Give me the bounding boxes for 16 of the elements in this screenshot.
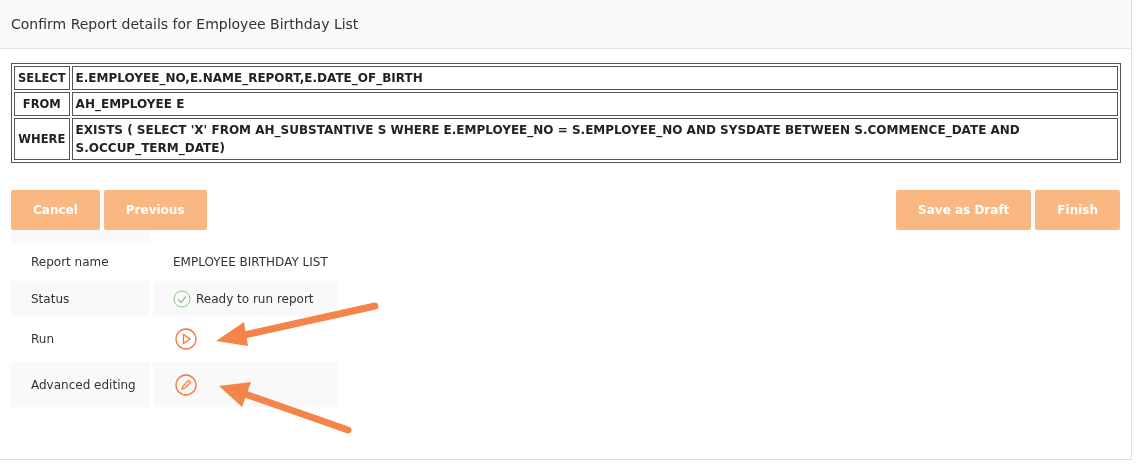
table-cell: E.EMPLOYEE_NO,E.NAME_REPORT,E.DATE_OF_BIRTH [71, 66, 1118, 90]
panel-title: Confirm Report details for Employee Birthday List [11, 16, 359, 32]
pencil-icon[interactable] [175, 373, 197, 396]
check-circle-icon [173, 289, 191, 308]
play-button-icon[interactable] [175, 328, 197, 350]
detail-label: Run [31, 332, 54, 346]
detail-label: Advanced editing [31, 377, 136, 392]
table-cell: WHERE [14, 118, 70, 160]
detail-label: Report name [31, 255, 109, 269]
status-text: Ready to run report [196, 291, 314, 306]
table-cell: EXISTS ( SELECT 'X' FROM AH_SUBSTANTIVE S WHERE E.EMPLOYEE_NO = S.EMPLOYEE_NO AND SYSDATE BETWEEN S.COMMENCE_DATE AND S.OCCUP_TERM_DATE) [71, 118, 1118, 160]
table-cell: AH_EMPLOYEE E [71, 92, 1118, 116]
detail-value: EMPLOYEE BIRTHDAY LIST [173, 255, 328, 269]
detail-label: Status [31, 291, 70, 306]
table-cell: SELECT [14, 66, 70, 90]
table-cell: FROM [14, 92, 70, 116]
